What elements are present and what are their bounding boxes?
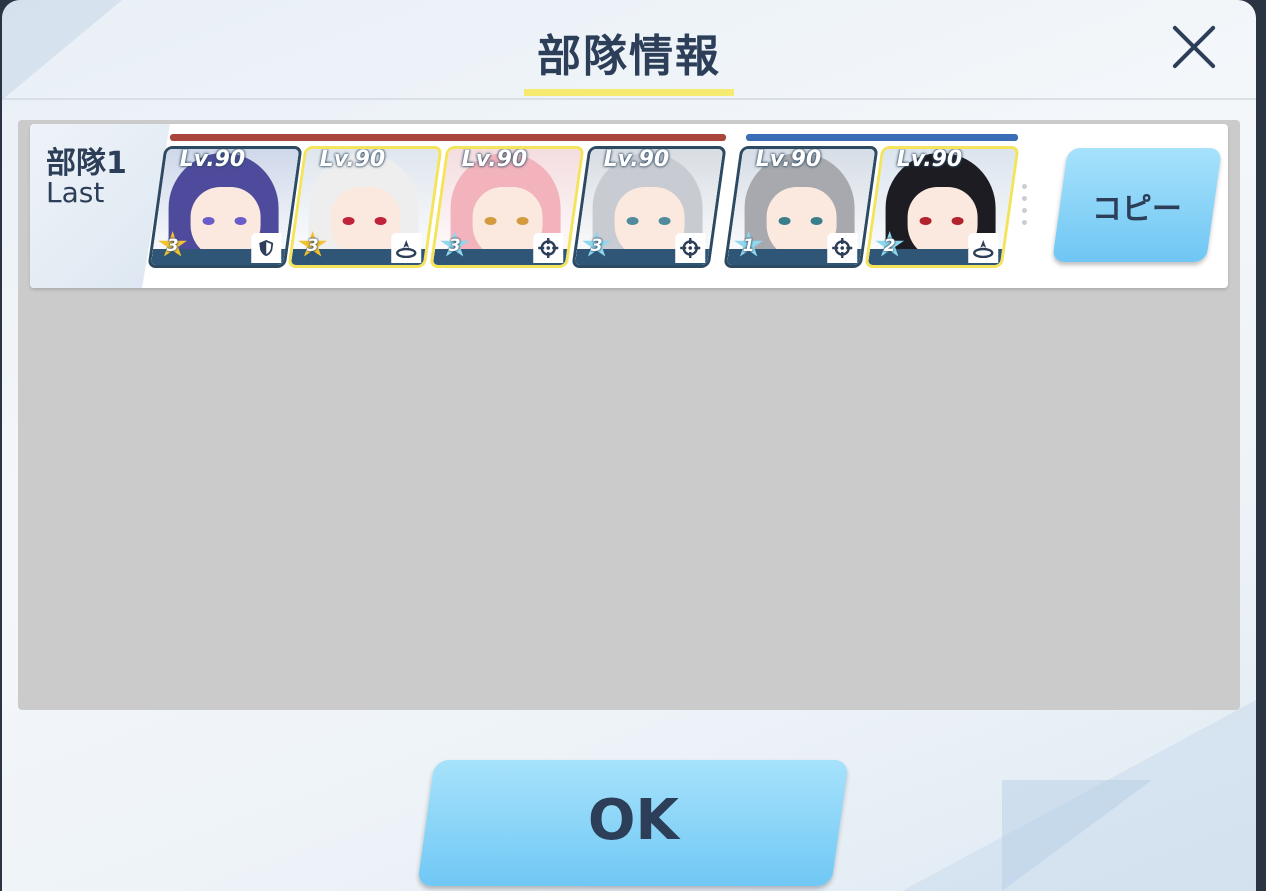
star-rank-value: 1	[742, 236, 755, 256]
special-group-bar	[746, 134, 1018, 141]
character-card[interactable]: Lv.90 3	[147, 146, 303, 268]
character-eye	[626, 217, 639, 225]
bg-triangle	[1002, 780, 1152, 891]
crosshair-icon	[533, 233, 564, 263]
character-eye	[919, 217, 932, 225]
squad-row: 部隊1 Last Lv.90 3 Lv.90 3 Lv.90 3 Lv.90 3 Lv.90 1 L…	[30, 124, 1228, 288]
character-level: Lv.90	[461, 147, 528, 172]
star-rank-icon: 1	[734, 231, 764, 259]
support-icon	[391, 233, 422, 263]
ok-button[interactable]: OK	[417, 760, 849, 886]
crosshair-icon	[827, 233, 858, 263]
character-eye	[778, 217, 791, 225]
star-rank-value: 3	[590, 236, 603, 256]
character-eye	[810, 217, 823, 225]
star-rank-icon: 2	[875, 231, 905, 259]
character-card[interactable]: Lv.90 3	[429, 146, 585, 268]
character-eye	[202, 217, 215, 225]
star-rank-icon: 3	[582, 231, 612, 259]
squad-info-dialog: 部隊情報 部隊1 Last Lv.90 3 Lv.90 3 Lv.90 3 Lv.90 3 Lv…	[2, 0, 1256, 891]
shield-icon	[251, 233, 282, 263]
support-icon	[968, 233, 999, 263]
character-level: Lv.90	[755, 147, 822, 172]
character-card[interactable]: Lv.90 3	[571, 146, 727, 268]
star-rank-value: 3	[448, 236, 461, 256]
squad-subtitle: Last	[46, 176, 105, 209]
star-rank-value: 3	[166, 236, 179, 256]
star-rank-value: 2	[883, 236, 896, 256]
character-level: Lv.90	[179, 147, 246, 172]
character-eye	[951, 217, 964, 225]
more-dots-icon	[1022, 184, 1028, 232]
copy-button-label: コピー	[1091, 192, 1182, 227]
dialog-header: 部隊情報	[2, 0, 1256, 100]
character-card[interactable]: Lv.90 3	[287, 146, 443, 268]
dialog-title: 部隊情報	[537, 31, 721, 82]
character-eye	[484, 217, 497, 225]
ok-button-label: OK	[587, 788, 679, 853]
character-level: Lv.90	[896, 147, 963, 172]
character-eye	[374, 217, 387, 225]
character-eye	[234, 217, 247, 225]
star-rank-icon: 3	[298, 231, 328, 259]
character-eye	[658, 217, 671, 225]
star-rank-value: 3	[306, 236, 319, 256]
crosshair-icon	[675, 233, 706, 263]
star-rank-icon: 3	[440, 231, 470, 259]
title-underline	[524, 89, 734, 96]
background-edge	[1256, 0, 1266, 891]
squad-list-panel: 部隊1 Last Lv.90 3 Lv.90 3 Lv.90 3 Lv.90 3 Lv.90 1 L…	[18, 120, 1240, 710]
character-card[interactable]: Lv.90 1	[723, 146, 879, 268]
character-eye	[516, 217, 529, 225]
star-rank-icon: 3	[158, 231, 188, 259]
character-card[interactable]: Lv.90 2	[864, 146, 1020, 268]
close-icon[interactable]	[1168, 20, 1220, 72]
copy-button[interactable]: コピー	[1051, 148, 1223, 262]
character-eye	[342, 217, 355, 225]
striker-group-bar	[170, 134, 726, 141]
character-level: Lv.90	[603, 147, 670, 172]
character-level: Lv.90	[319, 147, 386, 172]
